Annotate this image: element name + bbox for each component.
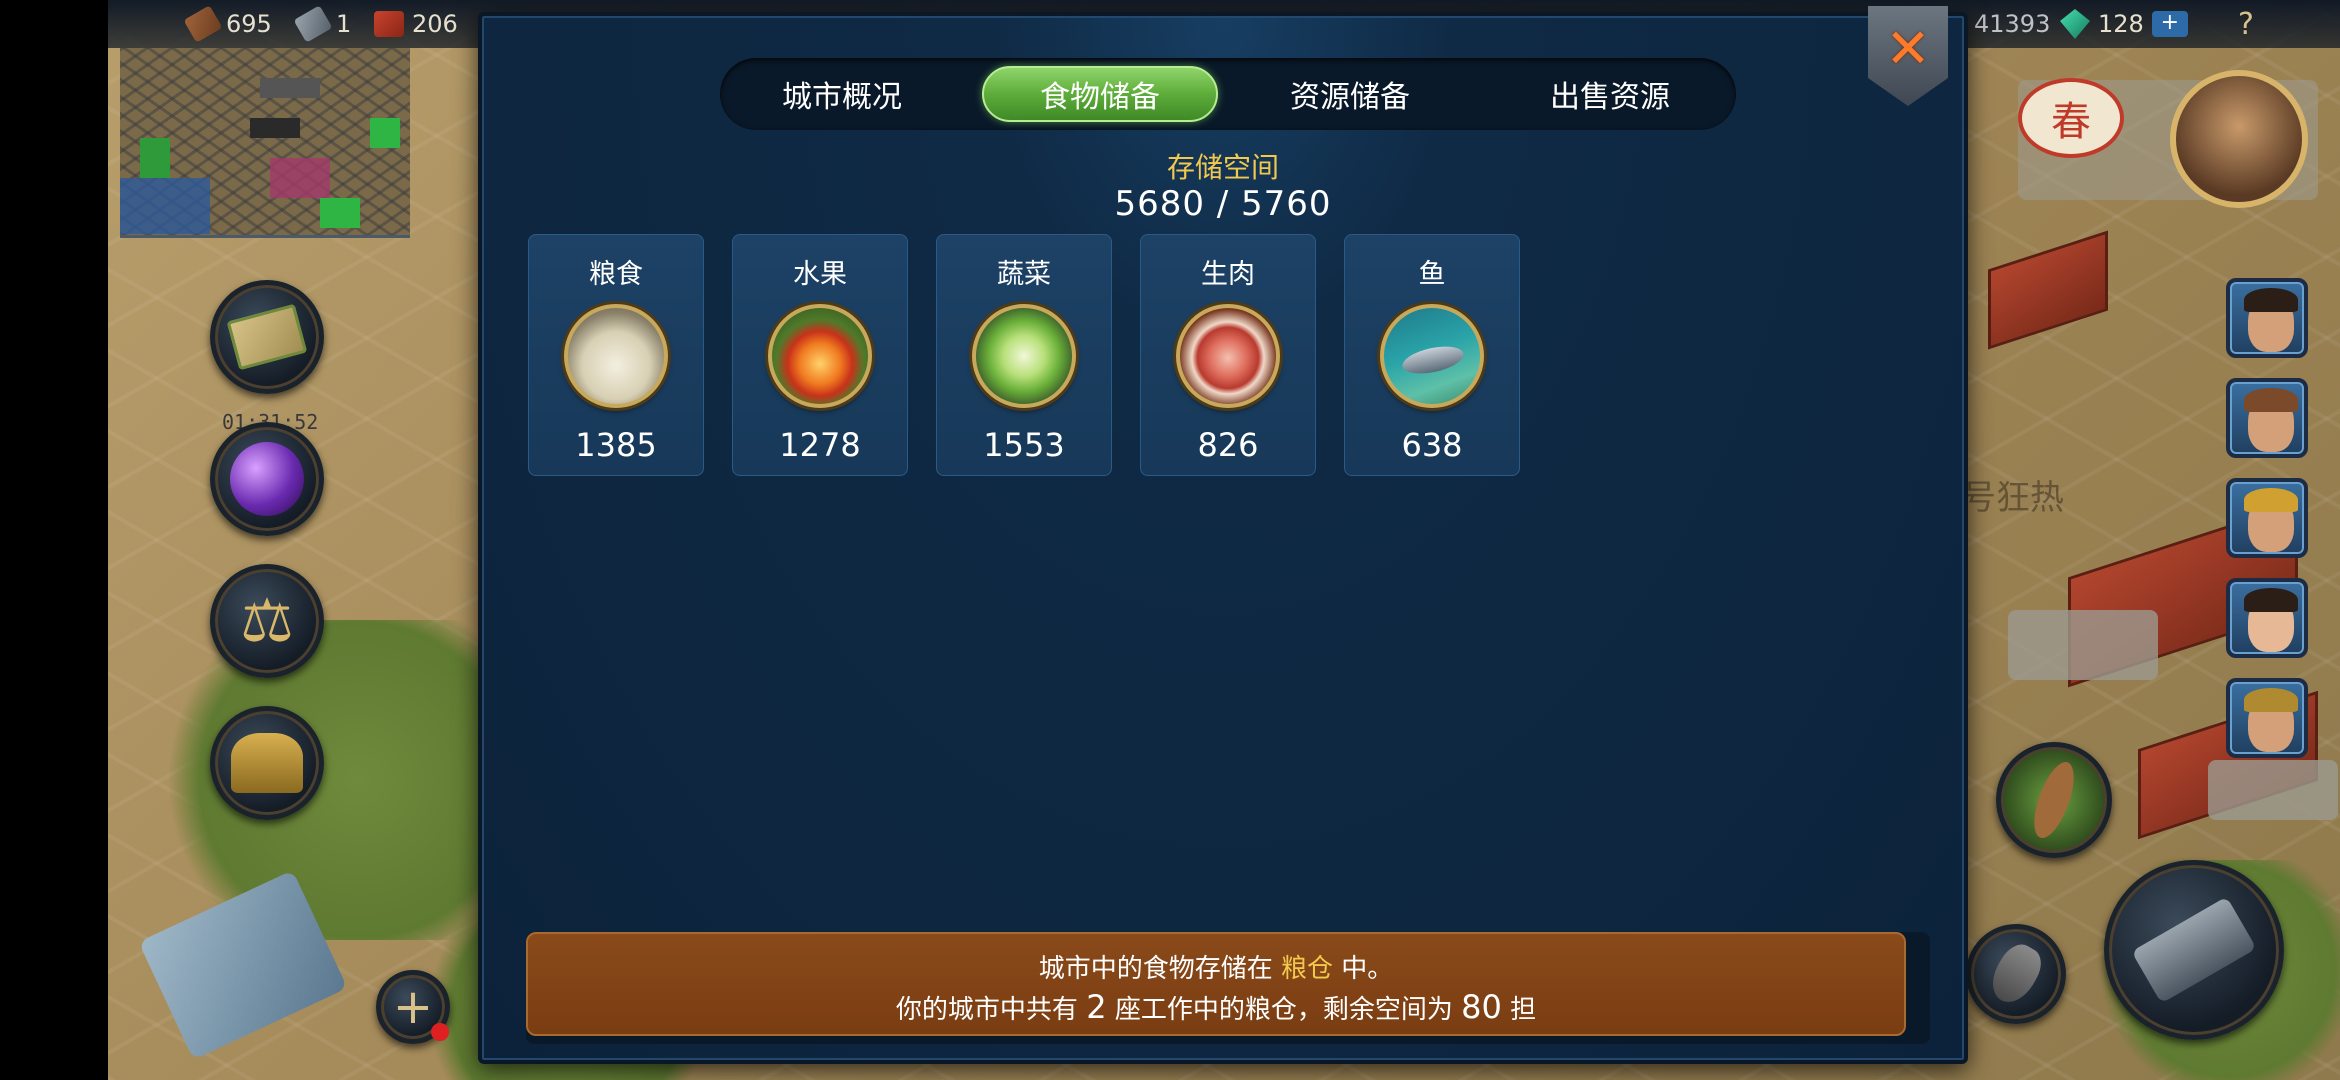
food-value: 1385	[575, 426, 657, 464]
close-icon: ✕	[1885, 17, 1931, 80]
food-card-meat[interactable]: 生肉 826	[1140, 234, 1316, 476]
advisor-portrait-3[interactable]	[2226, 478, 2308, 558]
remaining-space: 80	[1461, 988, 1502, 1026]
helmet-icon	[231, 733, 303, 793]
advisor-portrait-4[interactable]	[2226, 578, 2308, 658]
plus-icon: +	[392, 979, 434, 1035]
governor-portrait[interactable]	[2170, 70, 2308, 208]
add-building-button[interactable]: +	[376, 970, 450, 1044]
advisor-portrait-5[interactable]	[2226, 678, 2308, 758]
trade-balance-button[interactable]: ⚖	[210, 564, 324, 678]
minimap[interactable]	[120, 48, 410, 238]
add-gems-button[interactable]: +	[2151, 11, 2188, 37]
shovel-button[interactable]	[1966, 924, 2066, 1024]
gem-icon	[2060, 9, 2090, 39]
apple-icon	[768, 304, 872, 408]
granary-link[interactable]: 粮仓	[1281, 954, 1333, 984]
food-storage-dialog: 城市概况 食物储备 资源储备 出售资源 存储空间 5680 / 5760 粮食 …	[478, 12, 1968, 1064]
notification-dot	[431, 1023, 449, 1041]
wood-icon	[183, 5, 223, 43]
tab-resource-storage[interactable]: 资源储备	[1232, 66, 1468, 122]
granary-info-panel: 城市中的食物存储在 粮仓 中。 你的城市中共有 2 座工作中的粮仓，剩余空间为 …	[526, 932, 1906, 1036]
event-text: 号狂热	[1962, 478, 2064, 518]
tab-bar: 城市概况 食物储备 资源储备 出售资源	[720, 58, 1736, 130]
advisor-portrait-1[interactable]	[2226, 278, 2308, 358]
food-value: 638	[1401, 426, 1463, 464]
granary-count: 2	[1086, 988, 1107, 1026]
resource-iron[interactable]: 1	[293, 5, 351, 43]
tab-food-storage[interactable]: 食物储备	[982, 66, 1218, 122]
brick-icon	[374, 11, 404, 37]
scales-icon: ⚖	[240, 586, 294, 656]
food-card-fish[interactable]: 鱼 638	[1344, 234, 1520, 476]
fish-icon	[1380, 304, 1484, 408]
food-card-vegetable[interactable]: 蔬菜 1553	[936, 234, 1112, 476]
info-line-2: 你的城市中共有 2 座工作中的粮仓，剩余空间为 80 担	[895, 988, 1537, 1026]
hammer-icon	[2131, 896, 2257, 1004]
food-name: 粮食	[589, 259, 643, 290]
map-icon	[226, 303, 308, 371]
food-name: 蔬菜	[997, 259, 1051, 290]
cabbage-icon	[972, 304, 1076, 408]
food-card-grain[interactable]: 粮食 1385	[528, 234, 704, 476]
food-name: 生肉	[1201, 259, 1255, 290]
gem-counter[interactable]: 128 +	[2060, 8, 2188, 40]
food-card-fruit[interactable]: 水果 1278	[732, 234, 908, 476]
coin-counter[interactable]: 41393	[1974, 8, 2050, 40]
potion-icon	[230, 442, 304, 516]
road-icon	[2026, 757, 2082, 843]
food-value: 826	[1197, 426, 1259, 464]
meat-icon	[1176, 304, 1280, 408]
resource-brick[interactable]: 206	[374, 8, 458, 40]
grain-sack-icon	[564, 304, 668, 408]
season-badge[interactable]: 春	[2018, 78, 2124, 158]
help-button[interactable]: ?	[2238, 7, 2254, 42]
advisor-portrait-2[interactable]	[2226, 378, 2308, 458]
tab-sell-resources[interactable]: 出售资源	[1492, 66, 1728, 122]
city-plan-button[interactable]	[118, 860, 348, 1060]
blueprint-icon	[138, 870, 348, 1060]
shovel-icon	[1983, 938, 2049, 1010]
storage-space-value: 5680 / 5760	[1114, 184, 1332, 224]
world-map-button[interactable]	[210, 280, 324, 394]
food-name: 鱼	[1418, 259, 1446, 290]
food-value: 1553	[983, 426, 1065, 464]
build-hammer-button[interactable]	[2104, 860, 2284, 1040]
food-name: 水果	[793, 259, 847, 290]
info-line-1: 城市中的食物存储在 粮仓 中。	[1038, 954, 1394, 984]
potion-button[interactable]	[210, 422, 324, 536]
iron-icon	[293, 5, 333, 43]
terrain-button[interactable]	[1996, 742, 2112, 858]
tab-city-overview[interactable]: 城市概况	[724, 66, 960, 122]
military-button[interactable]	[210, 706, 324, 820]
storage-space-label: 存储空间	[1166, 151, 1279, 184]
food-value: 1278	[779, 426, 861, 464]
resource-wood[interactable]: 695	[183, 5, 272, 43]
